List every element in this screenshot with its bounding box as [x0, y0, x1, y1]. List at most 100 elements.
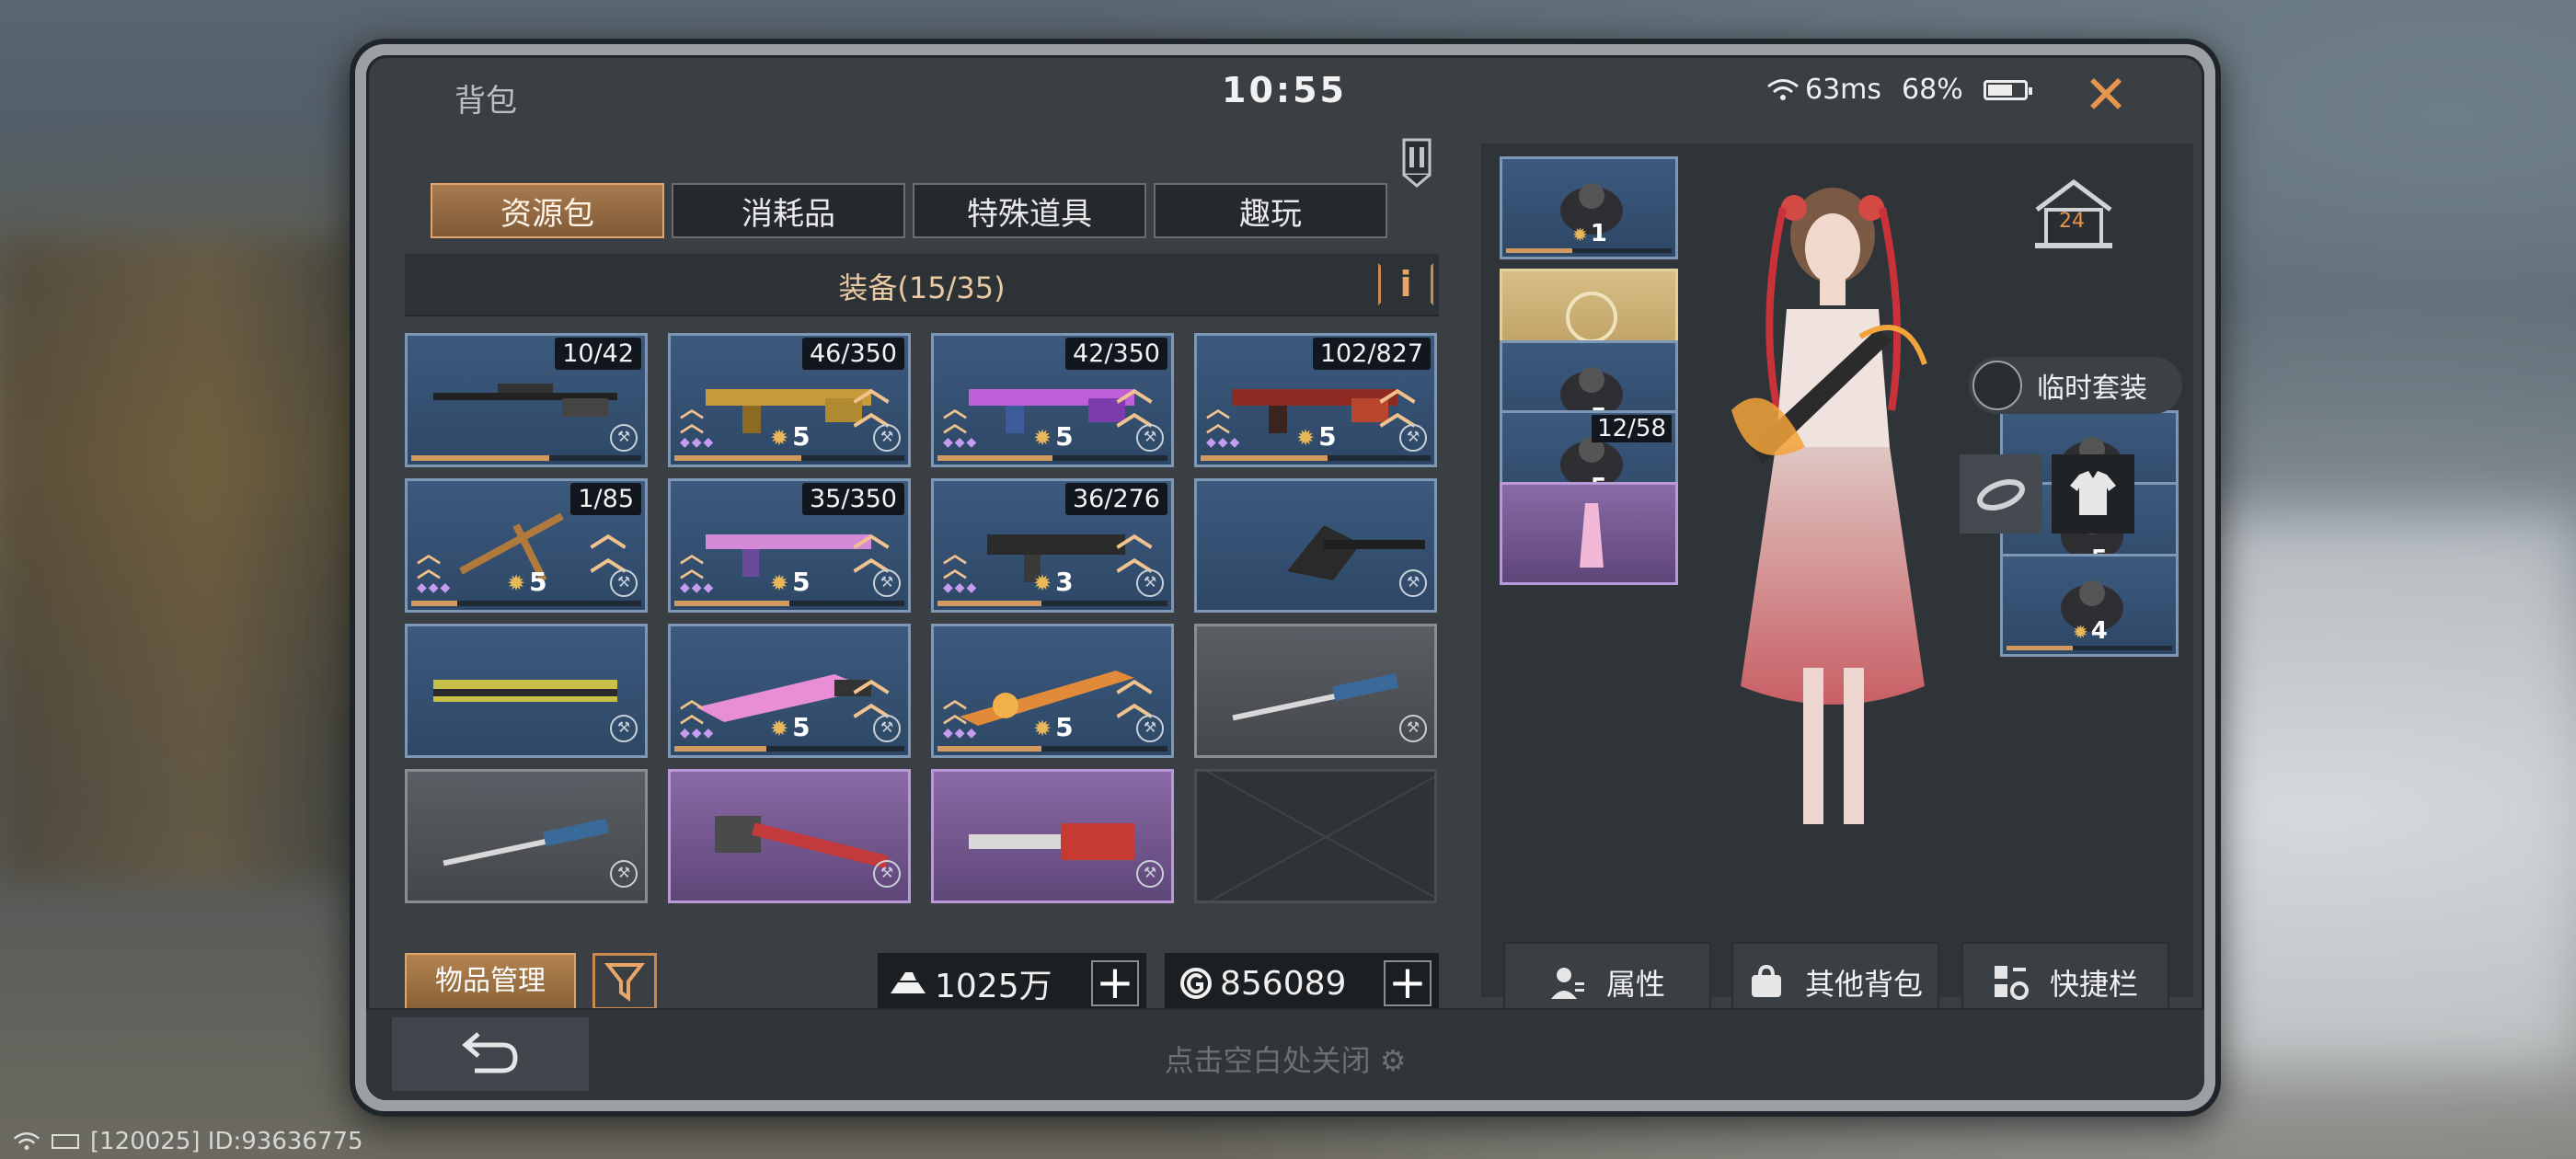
item-count: 36/276 — [1065, 483, 1167, 515]
hotbar-label: 快捷栏 — [2049, 967, 2138, 1002]
empty-slot — [1194, 769, 1437, 903]
repair-icon: ⚒ — [610, 569, 638, 597]
repair-icon: ⚒ — [1136, 860, 1164, 888]
item-count: 42/350 — [1065, 338, 1167, 370]
character-equip-slot[interactable] — [1500, 482, 1678, 585]
item-level: 5 — [770, 567, 810, 597]
coin-currency: 856089 + — [1165, 953, 1439, 1014]
equipment-slot[interactable]: 46/350︿︿︿︿◆◆◆5⚒ — [668, 333, 911, 467]
wifi-icon — [1767, 78, 1799, 100]
equipment-slot[interactable]: ⚒ — [1194, 624, 1437, 758]
repair-icon: ⚒ — [610, 860, 638, 888]
gear-icon: ⚙ — [1379, 1043, 1407, 1078]
weapon-image — [969, 823, 1134, 860]
temp-suit-button[interactable]: 临时套装 — [1969, 357, 2182, 414]
add-coin-button[interactable]: + — [1384, 959, 1432, 1006]
equipment-slot[interactable]: 42/350︿︿︿︿◆◆◆5⚒ — [931, 333, 1174, 467]
equipment-slot[interactable]: ︿︿︿︿◆◆◆5⚒ — [931, 624, 1174, 758]
gold-currency: 1025万 + — [878, 953, 1146, 1014]
gold-amount: 1025万 — [935, 968, 1052, 1005]
background-left — [0, 239, 350, 883]
equipment-slot[interactable]: ⚒ — [1194, 478, 1437, 613]
ring-button[interactable] — [1960, 454, 2042, 534]
equipment-slot[interactable]: 1/85︿︿︿︿◆◆◆5⚒ — [405, 478, 648, 613]
rank-chevron-icon: ︿ ︿ — [680, 396, 705, 438]
battery-text: 68% — [1902, 74, 1963, 106]
equipment-slot[interactable]: 10/42 ⚒ — [405, 333, 648, 467]
gold-bar-icon — [891, 972, 926, 993]
durability-bar — [674, 455, 904, 461]
inventory-panel: 资源包 消耗品 特殊道具 趣玩 装备(15/35) i 10/42 ⚒ 46/350… — [405, 138, 1454, 1017]
durability-bar — [1201, 455, 1431, 461]
equipment-slot[interactable]: ⚒ — [405, 769, 648, 903]
tab-special-items[interactable]: 特殊道具 — [913, 183, 1146, 238]
close-button[interactable]: ✕ — [2074, 63, 2138, 127]
background-right — [2190, 515, 2576, 1067]
rank-chevron-icon: ︿ ︿ — [680, 686, 705, 729]
status-area: 63ms 68% — [1766, 74, 2032, 106]
rarity-dots: ◆◆◆ — [943, 726, 979, 740]
equipment-slot[interactable]: 102/827︿︿︿︿◆◆◆5⚒ — [1194, 333, 1437, 467]
character-equip-slot[interactable]: 4 — [2000, 554, 2179, 657]
battery-small-icon — [52, 1134, 79, 1149]
item-management-button[interactable]: 物品管理 — [405, 953, 576, 1010]
repair-icon: ⚒ — [873, 860, 901, 888]
rarity-dots: ◆◆◆ — [417, 580, 453, 595]
item-count: 1/85 — [570, 483, 641, 515]
outfit-icon — [1972, 361, 2022, 410]
equipment-slot[interactable]: ︿︿︿︿◆◆◆5⚒ — [668, 624, 911, 758]
upgrade-chevron-icon: ︿ ︿ — [853, 367, 890, 433]
character-model[interactable] — [1695, 171, 1971, 833]
item-level: 3 — [1033, 567, 1073, 597]
durability-bar — [1506, 248, 1672, 253]
equipment-slot[interactable]: ⚒ — [931, 769, 1174, 903]
upgrade-chevron-icon: ︿ ︿ — [590, 512, 627, 579]
character-equip-slot[interactable]: 1 — [1500, 156, 1678, 259]
add-gold-button[interactable]: + — [1091, 959, 1139, 1006]
wifi-icon — [13, 1132, 40, 1151]
system-info: [120025] ID:93636775 — [13, 1128, 363, 1155]
gear-item-image — [1580, 503, 1604, 568]
tab-resource-pack[interactable]: 资源包 — [431, 183, 664, 238]
rank-chevron-icon: ︿ ︿ — [943, 686, 968, 729]
rank-chevron-icon: ︿ ︿ — [680, 541, 705, 583]
weapon-image — [433, 680, 617, 702]
weapon-image — [443, 818, 609, 866]
battery-icon — [1983, 79, 2032, 100]
weapon-image — [1232, 672, 1398, 721]
clock: 10:55 — [1222, 70, 1347, 110]
tap-close-text: 点击空白处关闭 — [1164, 1043, 1371, 1078]
filter-icon — [604, 963, 646, 1002]
equipment-slot[interactable]: ⚒ — [405, 624, 648, 758]
weapon-image — [433, 384, 617, 417]
person-icon — [1550, 968, 1584, 999]
equipment-slot[interactable]: 35/350︿︿︿︿◆◆◆5⚒ — [668, 478, 911, 613]
info-button[interactable]: i — [1378, 263, 1433, 305]
item-level: 5 — [770, 712, 810, 742]
tab-fun[interactable]: 趣玩 — [1154, 183, 1387, 238]
repair-icon: ⚒ — [873, 424, 901, 452]
durability-bar — [411, 455, 641, 461]
equipment-slot[interactable]: ⚒ — [668, 769, 911, 903]
item-count: 10/42 — [555, 338, 641, 370]
rank-chevron-icon: ︿ ︿ — [943, 396, 968, 438]
rank-chevron-icon: ︿ ︿ — [417, 541, 442, 583]
repair-icon: ⚒ — [1399, 715, 1427, 742]
rarity-dots: ◆◆◆ — [680, 726, 716, 740]
bag-icon — [1751, 964, 1781, 997]
weapon-image — [1287, 525, 1425, 580]
coin-icon — [1180, 968, 1212, 999]
durability-bar — [411, 601, 641, 606]
temp-suit-label: 临时套装 — [2037, 373, 2147, 405]
upgrade-chevron-icon: ︿ ︿ — [1116, 512, 1153, 579]
upgrade-chevron-icon: ︿ ︿ — [853, 658, 890, 724]
top-bar: 背包 10:55 63ms 68% ✕ — [366, 55, 2204, 138]
bookmark-icon[interactable] — [1398, 136, 1435, 188]
equipment-header: 装备(15/35) i — [405, 254, 1439, 316]
outfit-button[interactable] — [2052, 454, 2134, 534]
tab-consumables[interactable]: 消耗品 — [672, 183, 905, 238]
equipment-slot[interactable]: 36/276︿︿︿︿◆◆◆3⚒ — [931, 478, 1174, 613]
coin-amount: 856089 — [1220, 964, 1347, 1003]
filter-button[interactable] — [592, 953, 657, 1010]
settings-grid-icon — [1994, 966, 2029, 1000]
